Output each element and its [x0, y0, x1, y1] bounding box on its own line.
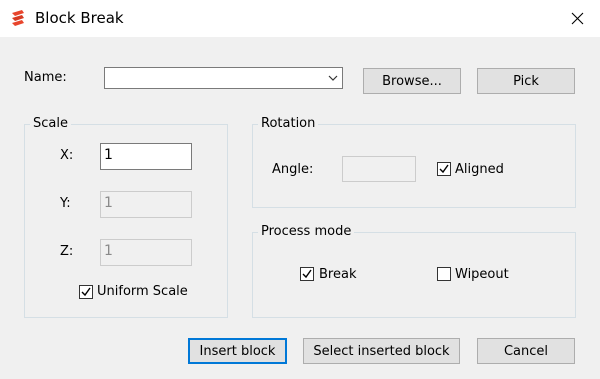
- insert-block-button[interactable]: Insert block: [188, 338, 287, 364]
- pick-button[interactable]: Pick: [477, 68, 575, 94]
- angle-input: [342, 156, 416, 182]
- close-icon: [571, 12, 583, 25]
- close-button[interactable]: [554, 0, 600, 37]
- break-checkbox[interactable]: [300, 267, 314, 281]
- wipeout-label: Wipeout: [455, 267, 509, 282]
- scale-y-input: 1: [100, 191, 192, 218]
- browse-button[interactable]: Browse...: [363, 68, 461, 94]
- name-combobox[interactable]: [104, 67, 343, 89]
- aligned-checkbox[interactable]: [437, 162, 451, 176]
- window-title: Block Break: [35, 9, 124, 27]
- uniform-scale-checkbox[interactable]: [79, 285, 93, 299]
- scale-x-label: X:: [60, 148, 74, 163]
- process-mode-group-title: Process mode: [258, 224, 355, 239]
- cancel-button[interactable]: Cancel: [477, 338, 575, 364]
- aligned-label: Aligned: [455, 162, 504, 177]
- checkmark-icon: [302, 269, 312, 279]
- break-label: Break: [319, 267, 357, 282]
- scale-y-label: Y:: [60, 196, 71, 211]
- scale-group-title: Scale: [30, 116, 71, 131]
- select-inserted-block-button[interactable]: Select inserted block: [303, 338, 460, 364]
- uniform-scale-label: Uniform Scale: [97, 284, 188, 299]
- name-label: Name:: [24, 70, 67, 85]
- checkmark-icon: [81, 287, 91, 297]
- checkmark-icon: [439, 164, 449, 174]
- angle-label: Angle:: [272, 162, 314, 177]
- scale-z-label: Z:: [60, 244, 74, 259]
- rotation-group-title: Rotation: [258, 116, 319, 131]
- title-bar: Block Break: [0, 0, 600, 37]
- app-logo-icon: [12, 10, 24, 26]
- wipeout-checkbox[interactable]: [437, 267, 451, 281]
- chevron-down-icon[interactable]: [328, 73, 338, 83]
- scale-x-input[interactable]: 1: [100, 143, 192, 170]
- scale-z-input: 1: [100, 239, 192, 266]
